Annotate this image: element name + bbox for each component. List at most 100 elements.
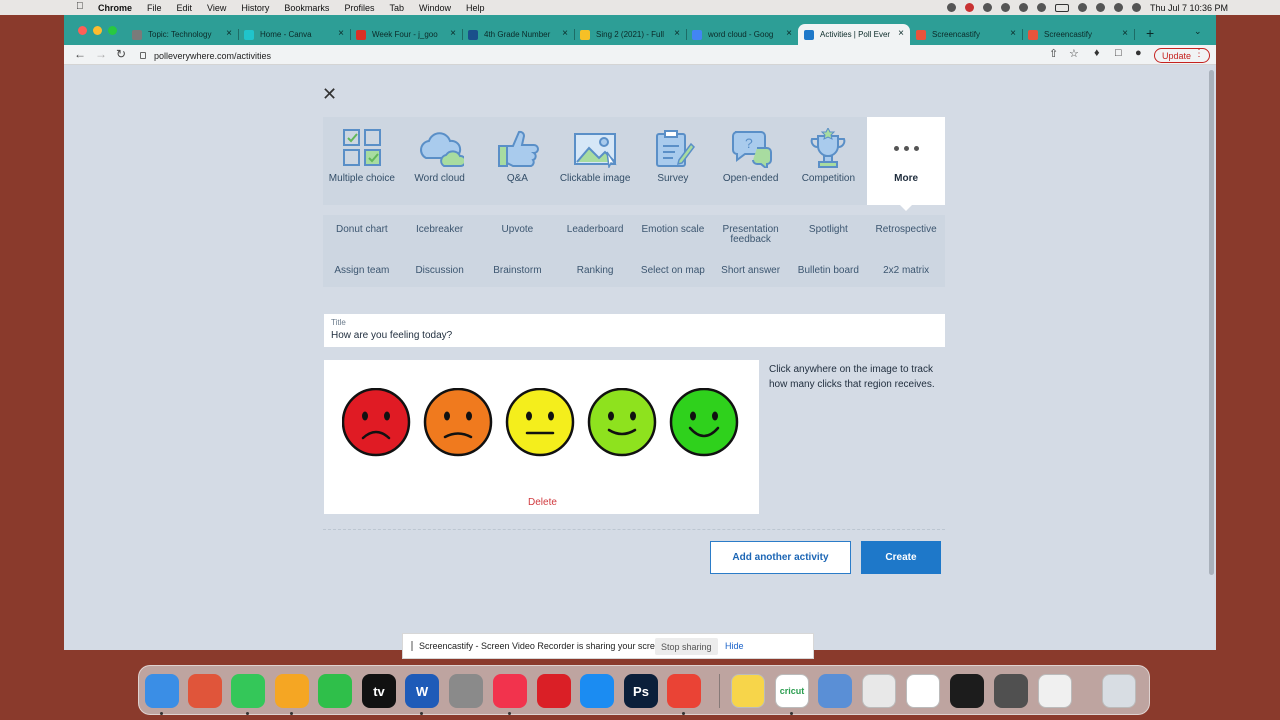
screen-recording-icon[interactable] (964, 3, 974, 12)
activity-type-clickable-image[interactable]: Clickable image (556, 117, 634, 205)
back-icon[interactable]: ← (74, 47, 86, 61)
close-tab-icon[interactable]: × (898, 28, 904, 39)
more-type-2x2-matrix[interactable]: 2x2 matrix (867, 256, 945, 287)
title-field[interactable]: Title How are you feeling today? (324, 314, 945, 347)
profile-avatar-icon[interactable]: ● (1135, 47, 1142, 59)
menu-edit[interactable]: Edit (177, 3, 193, 13)
browser-tab[interactable]: Topic: Technology × (126, 24, 239, 45)
more-type-assign-team[interactable]: Assign team (323, 256, 401, 287)
browser-tab[interactable]: Week Four - j_goo × (350, 24, 463, 45)
close-tab-icon[interactable]: × (226, 28, 232, 39)
add-another-activity-button[interactable]: Add another activity (710, 541, 851, 574)
menu-profiles[interactable]: Profiles (344, 3, 374, 13)
browser-tab[interactable]: Activities | Poll Ever × (798, 24, 910, 45)
close-window-icon[interactable] (78, 26, 87, 35)
more-type-discussion[interactable]: Discussion (401, 256, 479, 287)
menu-chrome[interactable]: Chrome (98, 3, 132, 13)
activity-type-open-ended[interactable]: ? Open-ended (712, 117, 790, 205)
face-sad[interactable] (342, 388, 411, 457)
more-type-brainstorm[interactable]: Brainstorm (479, 256, 557, 287)
close-tab-icon[interactable]: × (786, 28, 792, 39)
more-type-select-on-map[interactable]: Select on map (634, 256, 712, 287)
chrome-icon[interactable] (667, 674, 701, 708)
face-neutral[interactable] (505, 388, 575, 457)
preview-icon[interactable] (818, 674, 852, 708)
cricut-icon[interactable]: cricut (775, 674, 809, 708)
music-icon[interactable] (493, 674, 527, 708)
more-type-emotion-scale[interactable]: Emotion scale (634, 215, 712, 256)
window-thumbnail-5-icon[interactable] (1038, 674, 1072, 708)
window-thumbnail-4-icon[interactable] (994, 674, 1028, 708)
settings-icon[interactable] (1036, 3, 1046, 12)
close-tab-icon[interactable]: × (562, 28, 568, 39)
drag-handle-icon[interactable] (411, 641, 413, 651)
activity-type-competition[interactable]: Competition (790, 117, 868, 205)
reload-icon[interactable]: ↻ (116, 47, 126, 61)
apple-menu-icon[interactable]:  (76, 1, 84, 12)
menu-bar-clock[interactable]: Thu Jul 7 10:36 PM (1150, 3, 1228, 13)
more-type-donut-chart[interactable]: Donut chart (323, 215, 401, 256)
clickable-image-panel[interactable]: Delete (324, 360, 759, 514)
minimize-window-icon[interactable] (93, 26, 102, 35)
face-happy[interactable] (669, 388, 739, 457)
title-field-value[interactable]: How are you feeling today? (331, 330, 938, 341)
photoshop-icon[interactable]: Ps (624, 674, 658, 708)
menu-file[interactable]: File (147, 3, 162, 13)
side-panel-icon[interactable]: □ (1115, 47, 1122, 59)
face-unhappy[interactable] (423, 388, 493, 457)
more-type-upvote[interactable]: Upvote (479, 215, 557, 256)
battery-icon[interactable] (1054, 3, 1069, 12)
address-bar[interactable]: polleverywhere.com/activities (132, 48, 1142, 63)
finder-icon[interactable] (145, 674, 179, 708)
more-type-icebreaker[interactable]: Icebreaker (401, 215, 479, 256)
new-tab-icon[interactable]: + (1146, 25, 1154, 41)
kebab-menu-icon[interactable]: ⋮ (1194, 48, 1204, 59)
menu-tab[interactable]: Tab (389, 3, 404, 13)
close-tab-icon[interactable]: × (450, 28, 456, 39)
zoom-window-icon[interactable] (108, 26, 117, 35)
trash-icon[interactable] (1102, 674, 1136, 708)
wifi-icon[interactable] (1077, 3, 1087, 12)
control-center-icon[interactable] (1113, 3, 1123, 12)
close-tab-icon[interactable]: × (338, 28, 344, 39)
activity-type-more[interactable]: More (867, 117, 945, 211)
apple-tv-icon[interactable]: tv (362, 674, 396, 708)
browser-tab[interactable]: 4th Grade Number × (462, 24, 575, 45)
window-thumbnail-1-icon[interactable] (862, 674, 896, 708)
menu-window[interactable]: Window (419, 3, 451, 13)
more-type-spotlight[interactable]: Spotlight (790, 215, 868, 256)
create-button[interactable]: Create (861, 541, 941, 574)
activity-type-word-cloud[interactable]: Word cloud (401, 117, 479, 205)
creative-cloud-icon[interactable] (537, 674, 571, 708)
stop-sharing-button[interactable]: Stop sharing (655, 638, 718, 655)
more-type-short-answer[interactable]: Short answer (712, 256, 790, 287)
more-type-presentation-feedback[interactable]: Presentation feedback (712, 215, 790, 256)
delete-image-link[interactable]: Delete (528, 497, 557, 508)
facetime-icon[interactable] (318, 674, 352, 708)
window-thumbnail-2-icon[interactable] (906, 674, 940, 708)
menu-history[interactable]: History (241, 3, 269, 13)
microphone-icon[interactable] (946, 3, 956, 12)
play-icon[interactable] (1000, 3, 1010, 12)
activity-type-multiple-choice[interactable]: Multiple choice (323, 117, 401, 205)
hide-button[interactable]: Hide (725, 641, 744, 651)
activity-type-q-a[interactable]: Q&A (479, 117, 557, 205)
messages-icon[interactable] (231, 674, 265, 708)
spotlight-search-icon[interactable] (1095, 3, 1105, 12)
close-tab-icon[interactable]: × (674, 28, 680, 39)
emotion-faces-image[interactable] (342, 388, 744, 460)
more-type-bulletin-board[interactable]: Bulletin board (790, 256, 868, 287)
browser-tab[interactable]: Home - Canva × (238, 24, 351, 45)
update-button[interactable]: Update ⋮ (1154, 48, 1210, 63)
menu-help[interactable]: Help (466, 3, 485, 13)
launchpad-icon[interactable] (188, 674, 222, 708)
tab-search-chevron-icon[interactable]: ⌄ (1194, 26, 1202, 37)
page-scrollbar[interactable] (1209, 70, 1214, 575)
close-tab-icon[interactable]: × (1122, 28, 1128, 39)
browser-tab[interactable]: Screencastify × (910, 24, 1023, 45)
record-icon[interactable] (1018, 3, 1028, 12)
system-preferences-icon[interactable] (449, 674, 483, 708)
extensions-puzzle-icon[interactable]: ♦ (1094, 47, 1100, 59)
more-type-ranking[interactable]: Ranking (556, 256, 634, 287)
browser-tab[interactable]: Screencastify × (1022, 24, 1135, 45)
